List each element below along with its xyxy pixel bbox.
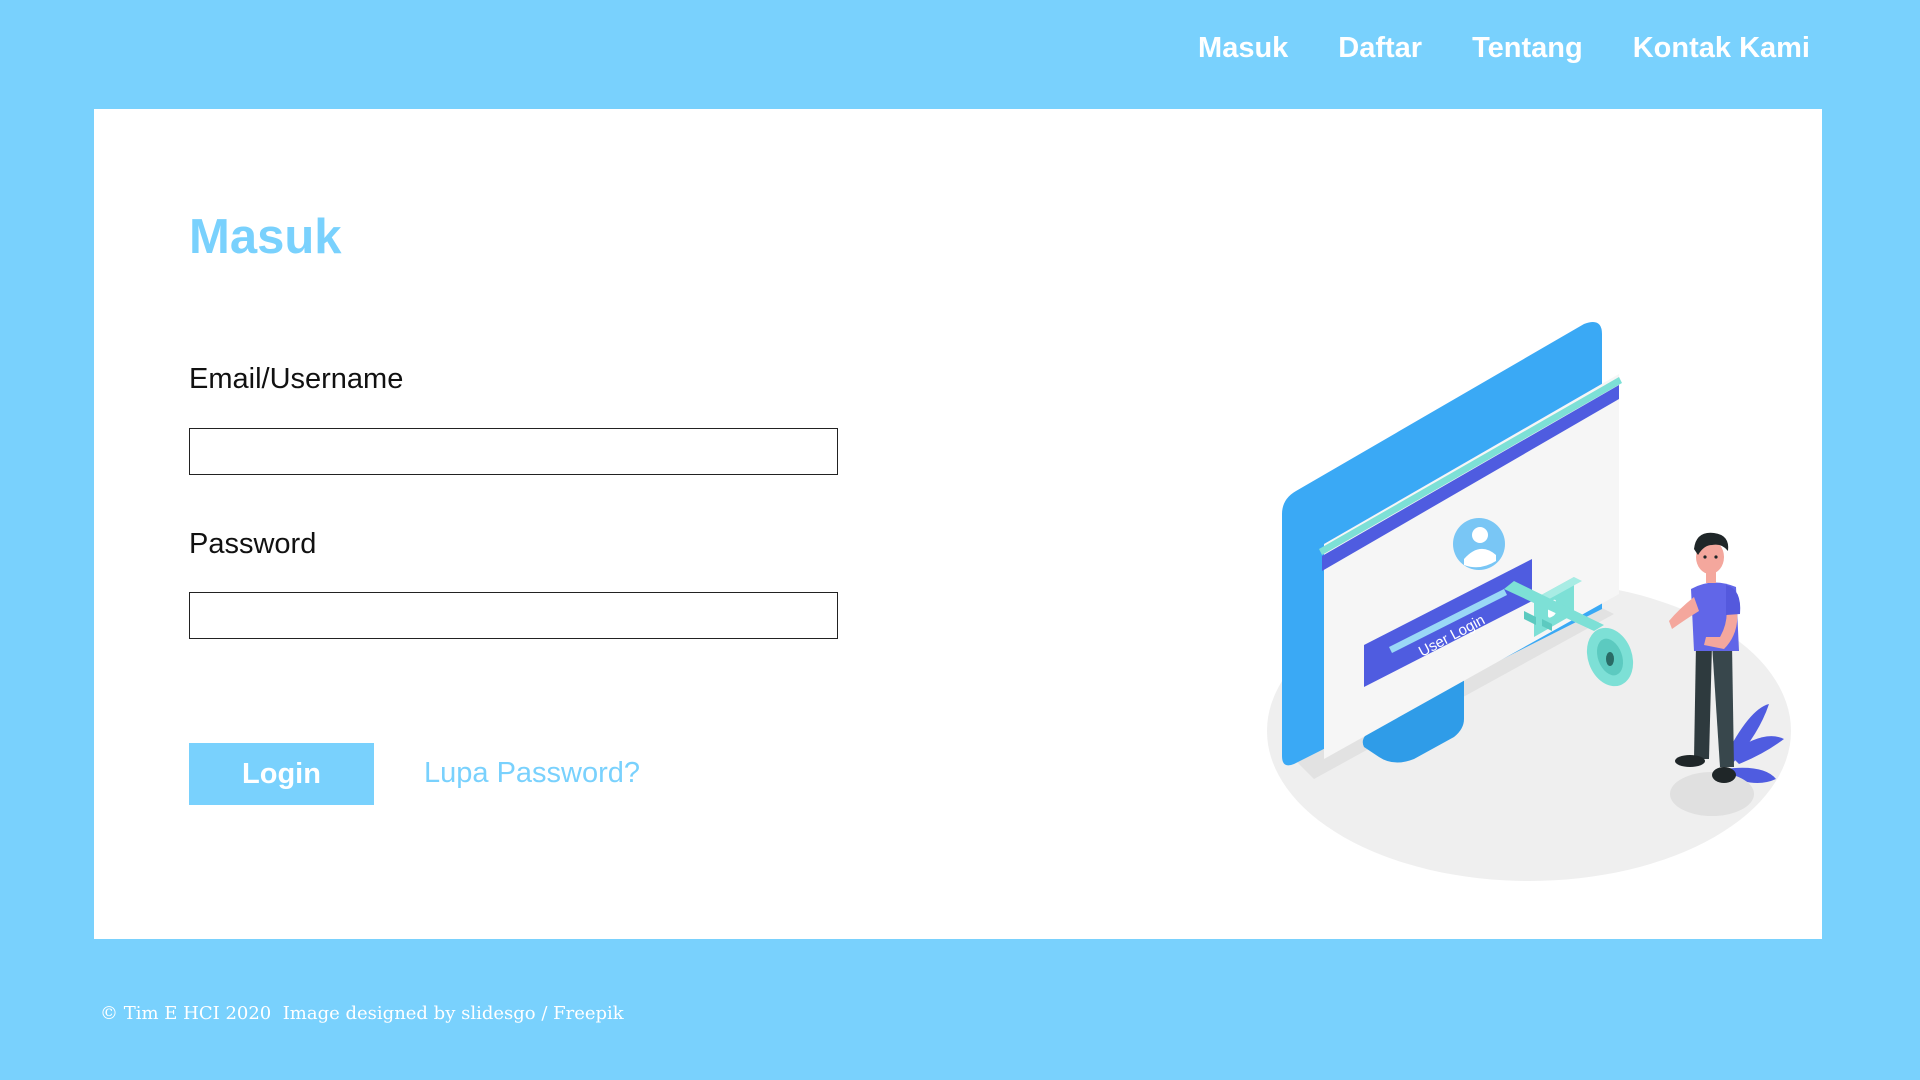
page-title: Masuk — [189, 210, 342, 264]
nav-link-masuk[interactable]: Masuk — [1198, 32, 1288, 64]
key-hole — [1606, 652, 1614, 666]
login-card: Masuk Email/Username Password Login Lupa… — [94, 109, 1822, 939]
nav-link-kontak-kami[interactable]: Kontak Kami — [1633, 32, 1810, 64]
user-login-illustration: User Login — [1267, 321, 1791, 881]
email-username-input[interactable] — [189, 428, 838, 475]
password-label: Password — [189, 528, 317, 560]
forgot-password-link[interactable]: Lupa Password? — [424, 756, 640, 790]
person-left-shoe — [1675, 755, 1705, 767]
login-button[interactable]: Login — [189, 743, 374, 805]
nav-item-masuk: Masuk — [1198, 31, 1288, 66]
nav-link-tentang[interactable]: Tentang — [1472, 32, 1583, 64]
password-input[interactable] — [189, 592, 838, 639]
person-eye — [1703, 555, 1707, 559]
person-shadow — [1670, 772, 1754, 816]
nav-link-daftar[interactable]: Daftar — [1338, 32, 1422, 64]
person-sleeve — [1726, 585, 1741, 615]
top-navigation: Masuk Daftar Tentang Kontak Kami — [0, 0, 1920, 108]
footer-credits: © Tim E HCI 2020 Image designed by slide… — [100, 1003, 624, 1024]
nav-menu: Masuk Daftar Tentang Kontak Kami — [1198, 31, 1810, 66]
avatar-head — [1472, 527, 1488, 543]
person-eye-2 — [1714, 555, 1718, 559]
nav-item-daftar: Daftar — [1338, 31, 1422, 66]
email-label: Email/Username — [189, 363, 404, 395]
nav-item-tentang: Tentang — [1472, 31, 1583, 66]
person-right-shoe — [1712, 767, 1736, 783]
nav-item-kontak-kami: Kontak Kami — [1633, 31, 1810, 66]
person-left-leg — [1694, 644, 1712, 759]
